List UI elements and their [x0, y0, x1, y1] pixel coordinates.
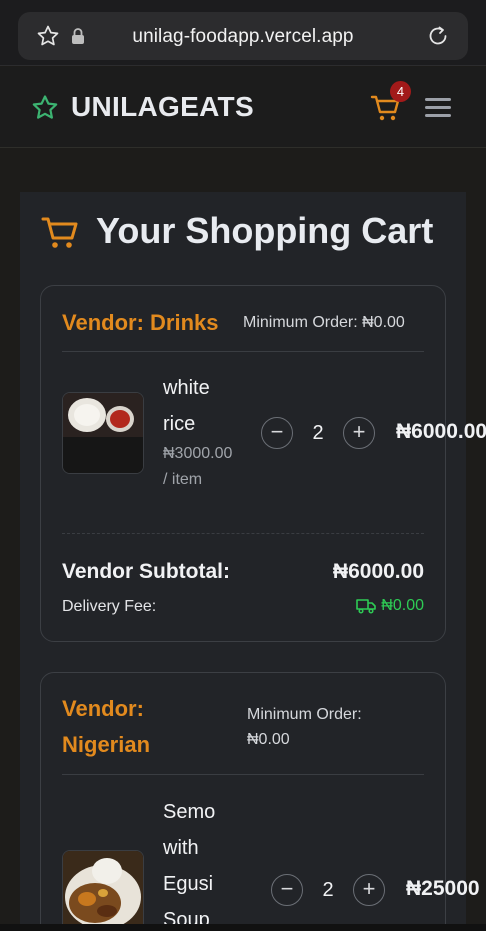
url-text[interactable]: unilag-foodapp.vercel.app: [18, 26, 468, 48]
delivery-fee-value: ₦0.00: [356, 597, 424, 615]
unit-price: ₦3000.00: [163, 445, 233, 462]
vendor-subtotal-value: ₦6000.00: [332, 560, 424, 583]
quantity-value: 2: [312, 422, 324, 444]
item-total: ₦25000: [406, 877, 480, 900]
item-total: ₦6000.00: [396, 420, 486, 443]
vendor-name: Vendor:: [62, 696, 144, 721]
white-rice-photo: [63, 393, 143, 473]
semo-egusi-photo: [63, 851, 143, 931]
item-name: with: [163, 837, 199, 859]
bottom-edge: [0, 924, 486, 931]
browser-toolbar: unilag-foodapp.vercel.app: [0, 0, 486, 66]
decrease-qty-button[interactable]: −: [261, 417, 293, 449]
cart-title-icon: [41, 217, 78, 248]
vendor-subtotal-label: Vendor Subtotal:: [62, 560, 230, 583]
item-image: [62, 850, 144, 931]
divider: [62, 351, 424, 352]
menu-bar: [425, 106, 451, 109]
logo-star-icon: [32, 95, 58, 119]
unit-price-suffix: / item: [163, 471, 203, 488]
cart-panel: Your Shopping Cart Vendor: Drinks Minimu…: [20, 192, 486, 931]
increase-qty-button[interactable]: +: [353, 874, 385, 906]
quantity-value: 2: [322, 879, 334, 901]
divider: [62, 533, 424, 534]
menu-bar: [425, 114, 451, 117]
menu-bar: [425, 98, 451, 101]
app-header: UNILAGEATS 4: [0, 67, 486, 148]
menu-icon[interactable]: [423, 93, 453, 123]
divider: [62, 774, 424, 775]
item-name: white: [163, 377, 210, 399]
minimum-order-value: ₦0.00: [247, 731, 290, 748]
item-name: Egusi: [163, 873, 214, 895]
vendor-name: Vendor: Drinks: [62, 310, 219, 335]
increase-qty-button[interactable]: +: [343, 417, 375, 449]
item-name: Semo: [163, 801, 216, 823]
vendor-card: Vendor: Nigerian Minimum Order: ₦0.00 Se…: [40, 672, 480, 931]
minimum-order: Minimum Order: ₦0.00: [243, 314, 405, 331]
app-logo[interactable]: UNILAGEATS: [71, 91, 254, 123]
item-image: [62, 392, 144, 474]
item-name: rice: [163, 413, 196, 435]
truck-icon: [356, 599, 377, 614]
page-title: Your Shopping Cart: [96, 210, 434, 251]
delivery-fee-label: Delivery Fee:: [62, 598, 157, 615]
reload-icon[interactable]: [426, 24, 450, 48]
cart-count-badge: 4: [390, 81, 411, 102]
decrease-qty-button[interactable]: −: [271, 874, 303, 906]
vendor-card: Vendor: Drinks Minimum Order: ₦0.00 whit…: [40, 285, 486, 642]
vendor-name: Nigerian: [62, 732, 151, 757]
address-bar[interactable]: unilag-foodapp.vercel.app: [18, 12, 468, 60]
minimum-order: Minimum Order:: [247, 706, 362, 723]
delivery-fee-amount: ₦0.00: [381, 597, 424, 614]
